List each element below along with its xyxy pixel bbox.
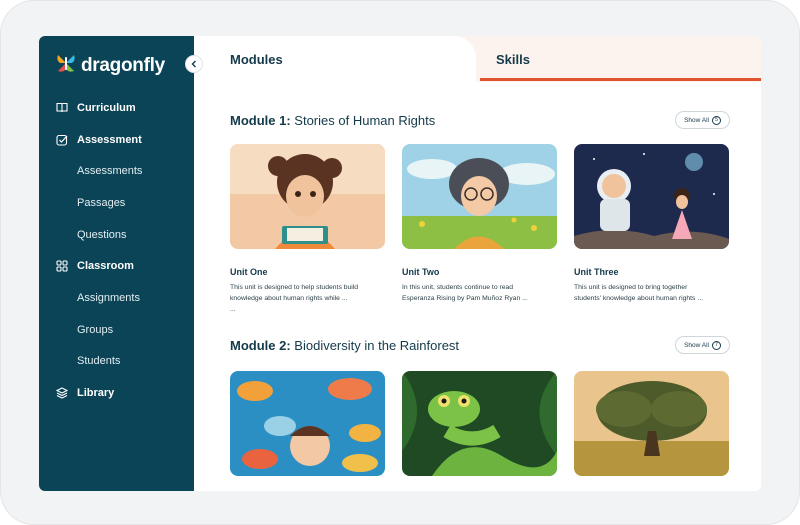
sidebar-item-label: Assessment [77, 133, 142, 146]
tab-label: Modules [230, 51, 283, 67]
description-line: In this unit, students continue to read [402, 284, 514, 291]
book-icon [55, 101, 68, 114]
sidebar-item-label: Library [77, 387, 115, 400]
layers-icon [55, 387, 68, 400]
sidebar-item-assessment[interactable]: Assessment [39, 124, 194, 156]
module-name: Stories of Human Rights [294, 112, 436, 128]
unit-card[interactable]: Unit One This unit is designed to help s… [230, 144, 385, 315]
sidebar-item-students[interactable]: Students [39, 346, 194, 378]
active-tab-indicator [480, 78, 761, 81]
sidebar-nav: Curriculum Assessment Assessments Passag… [39, 92, 194, 409]
description-line: ... [230, 306, 236, 313]
sidebar-item-curriculum[interactable]: Curriculum [39, 92, 194, 124]
unit-description: This unit is designed to help students b… [230, 282, 385, 315]
collapse-sidebar-button[interactable] [185, 55, 203, 73]
chevron-left-icon [190, 55, 198, 73]
logo[interactable]: dragonfly [55, 52, 165, 79]
unit-thumbnail [230, 144, 385, 249]
module-number: Module 1: [230, 112, 291, 128]
sidebar-item-label: Curriculum [77, 101, 136, 114]
module-header: Module 2: Biodiversity in the Rainforest… [230, 334, 730, 356]
tab-bar: Modules Skills [194, 36, 761, 82]
unit-description: This unit is designed to bring together … [574, 282, 729, 304]
sidebar-item-label: Students [77, 355, 121, 368]
tab-modules[interactable]: Modules [194, 36, 476, 82]
sidebar-item-label: Assessments [77, 165, 143, 178]
description-line: This unit is designed to help students b… [230, 284, 359, 291]
sidebar-item-passages[interactable]: Passages [39, 187, 194, 219]
sidebar-item-label: Passages [77, 196, 126, 209]
sidebar-item-label: Classroom [77, 260, 134, 273]
unit-count-badge: 5 [712, 115, 721, 125]
sidebar-item-questions[interactable]: Questions [39, 219, 194, 251]
unit-thumbnail [230, 371, 385, 476]
description-line: students' knowledge about human rights .… [574, 295, 704, 302]
tab-label: Skills [496, 51, 530, 67]
sidebar: dragonfly Curriculum Assessment Assessme… [39, 36, 194, 491]
show-all-label: Show All [684, 116, 709, 124]
unit-thumbnail [574, 144, 729, 249]
tablet-frame: dragonfly Curriculum Assessment Assessme… [0, 0, 800, 525]
show-all-button[interactable]: Show All 7 [675, 336, 730, 354]
dragonfly-logo-icon [55, 52, 77, 79]
sidebar-item-assignments[interactable]: Assignments [39, 282, 194, 314]
tab-skills[interactable]: Skills [480, 36, 761, 82]
sidebar-item-label: Questions [77, 228, 127, 241]
description-line: This unit is designed to bring together [574, 284, 688, 291]
unit-card[interactable] [402, 371, 557, 476]
module-header: Module 1: Stories of Human Rights Show A… [230, 109, 730, 131]
brand-name: dragonfly [81, 54, 165, 76]
sidebar-item-assessments[interactable]: Assessments [39, 155, 194, 187]
module-number: Module 2: [230, 337, 291, 353]
sidebar-item-library[interactable]: Library [39, 377, 194, 409]
sidebar-item-groups[interactable]: Groups [39, 314, 194, 346]
unit-card[interactable] [230, 371, 385, 476]
description-line: knowledge about human rights while ... [230, 295, 348, 302]
unit-card[interactable] [574, 371, 729, 476]
unit-card[interactable]: Unit Two In this unit, students continue… [402, 144, 557, 304]
unit-thumbnail [402, 371, 557, 476]
checkbox-icon [55, 133, 68, 146]
module-name: Biodiversity in the Rainforest [294, 337, 460, 353]
unit-description: In this unit, students continue to read … [402, 282, 557, 304]
unit-card[interactable]: Unit Three This unit is designed to brin… [574, 144, 729, 304]
unit-title: Unit Two [402, 267, 440, 277]
app-screen: dragonfly Curriculum Assessment Assessme… [39, 36, 761, 491]
module-title: Module 2: Biodiversity in the Rainforest [230, 338, 459, 353]
grid-icon [55, 260, 68, 273]
description-line: Esperanza Rising by Pam Muñoz Ryan ... [402, 295, 528, 302]
unit-thumbnail [574, 371, 729, 476]
unit-thumbnail [402, 144, 557, 249]
sidebar-item-classroom[interactable]: Classroom [39, 250, 194, 282]
main-content: Modules Skills Module 1: Stories of Huma… [194, 36, 761, 491]
show-all-label: Show All [684, 341, 709, 349]
unit-title: Unit Three [574, 267, 619, 277]
sidebar-item-label: Groups [77, 323, 114, 336]
unit-title: Unit One [230, 267, 268, 277]
module-title: Module 1: Stories of Human Rights [230, 113, 435, 128]
show-all-button[interactable]: Show All 5 [675, 111, 730, 129]
sidebar-item-label: Assignments [77, 291, 140, 304]
unit-count-badge: 7 [712, 340, 721, 350]
